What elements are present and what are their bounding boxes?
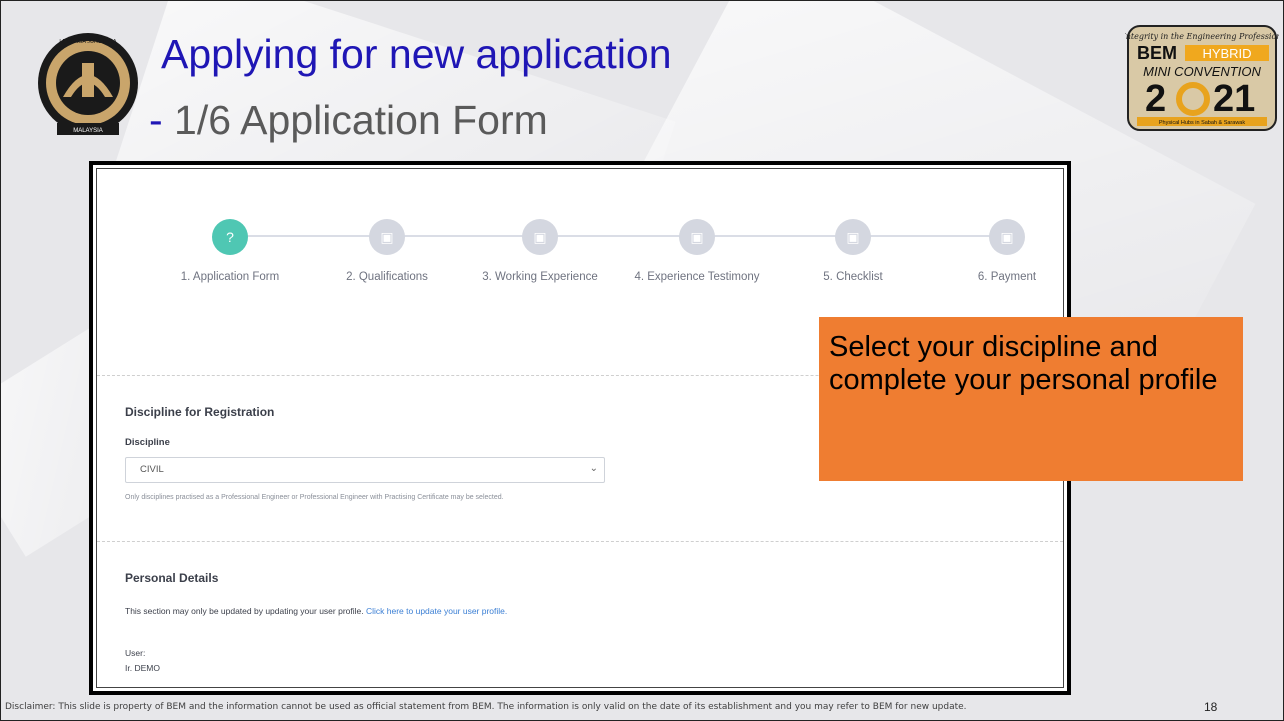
step-1-question-icon[interactable]: ? [212, 219, 248, 255]
slide-title: Applying for new application [161, 31, 672, 77]
discipline-field-label: Discipline [125, 437, 170, 448]
bem-crest-logo: MALAYSIA LEMBAGA JURUTERA [38, 33, 138, 135]
step-2-box-icon[interactable]: ▣ [369, 219, 405, 255]
step-label-payment[interactable]: 6. Payment [942, 269, 1063, 285]
user-value: Ir. DEMO [125, 663, 160, 673]
svg-text:MALAYSIA: MALAYSIA [73, 128, 103, 134]
instruction-callout: Select your discipline and complete your… [819, 317, 1243, 481]
discipline-select[interactable]: CIVIL ⌄ [125, 457, 605, 483]
stepper-track [237, 235, 1017, 237]
discipline-selected-value: CIVIL [140, 464, 164, 475]
discipline-hint: Only disciplines practised as a Professi… [125, 494, 504, 501]
svg-text:HYBRID: HYBRID [1202, 46, 1251, 61]
svg-text:MINI CONVENTION: MINI CONVENTION [1143, 64, 1261, 79]
step-label-experience-testimony[interactable]: 4. Experience Testimony [632, 269, 762, 285]
svg-text:21: 21 [1213, 78, 1255, 120]
update-profile-link[interactable]: Click here to update your user profile. [366, 606, 507, 616]
svg-text:Physical Hubs in Sabah & Saraw: Physical Hubs in Sabah & Sarawak [1159, 120, 1245, 126]
personal-section-title: Personal Details [125, 571, 219, 585]
bem-convention-logo: Integrity in the Engineering Profession … [1125, 25, 1279, 131]
step-label-checklist[interactable]: 5. Checklist [788, 269, 918, 285]
user-label: User: [125, 648, 146, 658]
svg-text:2: 2 [1145, 78, 1166, 120]
divider [97, 541, 1063, 542]
personal-section-text: This section may only be updated by upda… [125, 606, 508, 616]
step-label-working-experience[interactable]: 3. Working Experience [475, 269, 605, 285]
page-number: 18 [1204, 700, 1218, 714]
discipline-section-title: Discipline for Registration [125, 405, 275, 419]
slide: MALAYSIA LEMBAGA JURUTERA Applying for n… [0, 0, 1284, 721]
step-4-box-icon[interactable]: ▣ [679, 219, 715, 255]
step-label-qualifications[interactable]: 2. Qualifications [322, 269, 452, 285]
svg-text:Integrity in the Engineering P: Integrity in the Engineering Profession [1125, 32, 1279, 41]
step-5-box-icon[interactable]: ▣ [835, 219, 871, 255]
step-3-box-icon[interactable]: ▣ [522, 219, 558, 255]
svg-text:LEMBAGA JURUTERA: LEMBAGA JURUTERA [59, 39, 116, 45]
step-label-application-form[interactable]: 1. Application Form [165, 269, 295, 285]
slide-subtitle: - 1/6 Application Form [149, 97, 548, 143]
disclaimer-text: Disclaimer: This slide is property of BE… [5, 702, 967, 712]
chevron-down-icon: ⌄ [589, 463, 598, 474]
svg-text:BEM: BEM [1137, 43, 1177, 63]
step-6-box-icon[interactable]: ▣ [989, 219, 1025, 255]
